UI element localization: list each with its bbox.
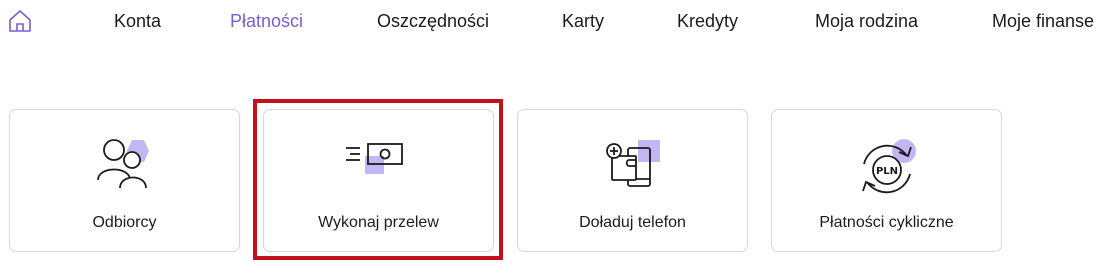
nav-item-oszczednosci[interactable]: Oszczędności	[377, 10, 489, 32]
nav-item-konta[interactable]: Konta	[114, 10, 161, 32]
nav-item-moje-finanse[interactable]: Moje finanse	[992, 10, 1094, 32]
pln-icon-text: PLN	[875, 166, 897, 177]
nav-item-kredyty[interactable]: Kredyty	[677, 10, 738, 32]
tile-phone-topup[interactable]: Doładuj telefon	[517, 109, 748, 252]
tile-make-transfer[interactable]: Wykonaj przelew	[263, 109, 494, 252]
recipients-icon	[96, 139, 149, 189]
tile-label: Płatności cykliczne	[819, 214, 954, 231]
nav-item-moja-rodzina[interactable]: Moja rodzina	[815, 10, 918, 32]
transfer-money-icon	[345, 143, 403, 174]
tile-label: Odbiorcy	[92, 214, 157, 231]
nav-item-karty[interactable]: Karty	[562, 10, 604, 32]
recurring-payment-icon: PLN	[861, 139, 916, 194]
phone-topup-icon	[605, 140, 660, 187]
tile-recipients[interactable]: Odbiorcy	[9, 109, 240, 252]
main-navigation: Konta Płatności Oszczędności Karty Kredy…	[0, 0, 1115, 44]
nav-item-platnosci[interactable]: Płatności	[230, 10, 303, 32]
tile-recurring-payments[interactable]: PLN Płatności cykliczne	[771, 109, 1002, 252]
home-icon[interactable]	[7, 8, 33, 34]
tile-label: Doładuj telefon	[579, 214, 686, 231]
tile-label: Wykonaj przelew	[318, 214, 439, 231]
